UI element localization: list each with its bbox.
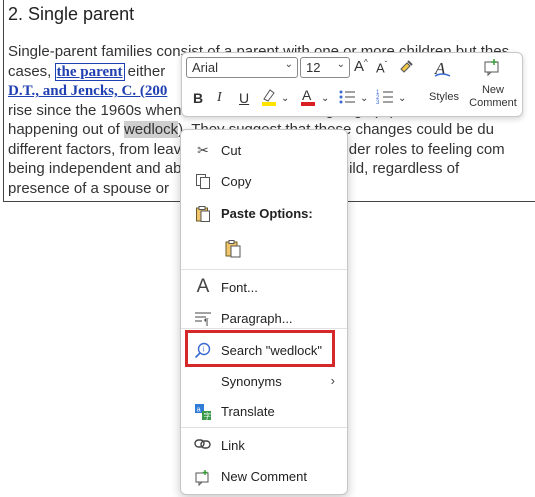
bullets-icon[interactable] bbox=[338, 88, 356, 109]
paragraph-icon: ¶ bbox=[193, 310, 213, 328]
menu-item-translate[interactable]: a字 Translate bbox=[181, 399, 347, 425]
mini-toolbar: Arial ⌄ 12 ⌄ A^ Aˇ A Styles New Comment … bbox=[181, 52, 523, 117]
menu-separator bbox=[181, 328, 347, 329]
new-comment-icon bbox=[193, 468, 213, 487]
menu-item-paste-options: Paste Options: bbox=[181, 201, 347, 227]
new-comment-label[interactable]: New Comment bbox=[467, 84, 519, 110]
numbering-icon[interactable]: 123 bbox=[376, 88, 394, 109]
chevron-down-icon[interactable]: ⌄ bbox=[321, 93, 329, 104]
bold-button[interactable]: B bbox=[193, 90, 203, 106]
menu-item-copy[interactable]: Copy bbox=[181, 169, 347, 195]
svg-text:A: A bbox=[302, 87, 312, 103]
menu-separator bbox=[181, 269, 347, 270]
citation-link[interactable]: the parent bbox=[54, 62, 125, 81]
svg-text:3: 3 bbox=[376, 100, 380, 106]
section-heading: 2. Single parent bbox=[8, 4, 135, 24]
shrink-font-icon[interactable]: Aˇ bbox=[376, 60, 387, 75]
chevron-right-icon: › bbox=[330, 373, 335, 388]
italic-button[interactable]: I bbox=[217, 90, 222, 106]
chevron-down-icon: ⌄ bbox=[284, 59, 293, 70]
menu-separator bbox=[181, 427, 347, 428]
paste-keep-text-icon bbox=[223, 239, 243, 258]
chevron-down-icon: ⌄ bbox=[336, 59, 345, 70]
highlight-box bbox=[185, 330, 335, 367]
selected-word[interactable]: wedlock bbox=[123, 121, 179, 138]
font-name-dropdown[interactable]: Arial ⌄ bbox=[186, 57, 298, 78]
svg-text:¶: ¶ bbox=[204, 317, 209, 326]
link-icon bbox=[193, 437, 213, 455]
grow-font-icon[interactable]: A^ bbox=[354, 58, 368, 75]
context-menu: ✂ Cut Copy Paste Options: A Font... ¶ Pa… bbox=[180, 129, 348, 495]
translate-icon: a字 bbox=[193, 403, 213, 421]
format-painter-icon[interactable] bbox=[398, 57, 416, 78]
paste-keep-text-button[interactable] bbox=[181, 234, 347, 264]
menu-item-font[interactable]: A Font... bbox=[181, 275, 347, 301]
chevron-down-icon[interactable]: ⌄ bbox=[281, 93, 289, 104]
copy-icon bbox=[193, 173, 213, 191]
font-size-dropdown[interactable]: 12 ⌄ bbox=[300, 57, 350, 78]
chevron-down-icon[interactable]: ⌄ bbox=[360, 93, 368, 104]
svg-text:字: 字 bbox=[204, 411, 212, 421]
paste-icon bbox=[193, 205, 213, 223]
styles-button[interactable]: A bbox=[432, 57, 454, 82]
citation-link[interactable]: D.T., and Jencks, C. (200 bbox=[8, 83, 167, 99]
menu-item-cut[interactable]: ✂ Cut bbox=[181, 138, 347, 164]
scissors-icon: ✂ bbox=[197, 142, 209, 158]
menu-item-new-comment[interactable]: New Comment bbox=[181, 464, 347, 490]
font-color-icon[interactable]: A bbox=[299, 87, 317, 110]
chevron-down-icon[interactable]: ⌄ bbox=[398, 93, 406, 104]
underline-button[interactable]: U bbox=[239, 90, 249, 106]
font-icon: A bbox=[196, 276, 210, 297]
styles-label: Styles bbox=[429, 91, 459, 103]
menu-item-synonyms[interactable]: Synonyms › bbox=[181, 369, 347, 395]
new-comment-icon[interactable] bbox=[482, 57, 502, 80]
menu-item-link[interactable]: Link bbox=[181, 433, 347, 459]
highlighter-icon[interactable] bbox=[260, 87, 278, 110]
